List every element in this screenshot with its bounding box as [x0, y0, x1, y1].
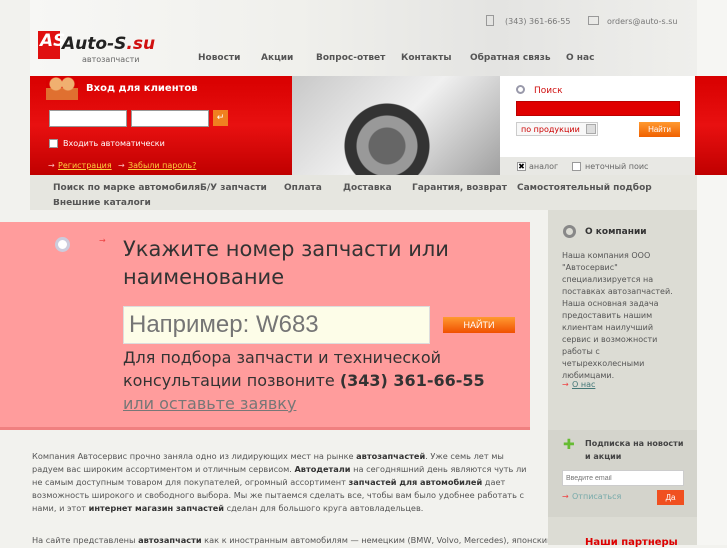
arrow-icon: → [48, 161, 55, 170]
second-paragraph: На сайте представлены автозапчасти как к… [32, 534, 553, 547]
logo-name: Auto-S [62, 34, 127, 54]
logo-mark[interactable]: AS [38, 31, 65, 59]
analog-label: аналог [529, 162, 559, 171]
forgot-password-link[interactable]: Забыли пароль? [128, 161, 196, 170]
fuzzy-label: неточный поис [585, 162, 649, 171]
keyword: запчастей для автомобилей [348, 477, 483, 487]
fuzzy-checkbox[interactable] [572, 162, 581, 171]
search-label: Поиск [534, 86, 563, 96]
keyword: интернет магазин запчастей [88, 503, 225, 513]
nav-faq[interactable]: Вопрос-ответ [316, 53, 385, 63]
keyword: Автодетали [294, 464, 351, 474]
subscribe-title: Подписка на новости и акции [585, 439, 684, 461]
magnifier-icon [55, 237, 70, 252]
search-scope-select[interactable]: по продукции [516, 122, 598, 136]
part-number-input[interactable] [123, 306, 430, 344]
nav2-by-make[interactable]: Поиск по марке автомобиля [53, 183, 200, 193]
search-scope-value: по продукции [521, 125, 580, 134]
mail-icon [588, 16, 599, 25]
partners-title: Наши партнеры [585, 537, 678, 548]
auto-login-checkbox[interactable] [49, 139, 58, 148]
promo-search-button[interactable]: НАЙТИ [443, 317, 515, 333]
nav-promos[interactable]: Акции [261, 53, 293, 63]
text: сделан для большого круга автовладельцев… [224, 503, 424, 513]
logo-tld: .su [126, 34, 156, 54]
header-email[interactable]: orders@auto-s.su [607, 17, 678, 26]
search-icon [516, 85, 525, 94]
subscribe-button[interactable]: Да [657, 490, 684, 505]
arrow-icon: → [562, 380, 569, 389]
logo-subtitle: автозапчасти [82, 55, 140, 64]
search-input[interactable] [516, 101, 680, 116]
nav2-delivery[interactable]: Доставка [343, 183, 392, 193]
nav2-external-catalogs[interactable]: Внешние каталоги [53, 199, 151, 209]
unsubscribe-link[interactable]: Отписаться [572, 492, 621, 501]
login-username-input[interactable] [49, 110, 127, 127]
subscribe-email-input[interactable] [562, 470, 684, 486]
about-link[interactable]: О нас [572, 380, 595, 389]
nav-contacts[interactable]: Контакты [401, 53, 452, 63]
keyword: автозапчастей [356, 451, 426, 461]
nav2-used-parts[interactable]: Б/У запчасти [200, 183, 267, 193]
magnifier-icon [563, 225, 576, 238]
arrow-icon: → [562, 492, 569, 501]
about-title: О компании [585, 227, 647, 237]
nav-news[interactable]: Новости [198, 53, 240, 63]
car-banner-image [292, 76, 500, 175]
keyword: автозапчасти [138, 535, 202, 545]
nav2-warranty[interactable]: Гарантия, возврат [412, 183, 507, 193]
phone-icon [486, 15, 494, 26]
nav-feedback[interactable]: Обратная связь [470, 53, 551, 63]
register-link[interactable]: Регистрация [58, 161, 112, 170]
text: как к иностранным автомобилям — немецким… [201, 535, 554, 545]
arrow-icon: → [118, 161, 125, 170]
text: Компания Автосервис прочно заняла одно и… [32, 451, 357, 461]
chevron-down-icon [586, 124, 596, 134]
promo-phone: (343) 361-66-55 [339, 371, 485, 390]
auto-login-label: Входить автоматически [63, 139, 165, 148]
nav2-self-select[interactable]: Самостоятельный подбор [517, 183, 652, 193]
users-icon [46, 76, 78, 100]
search-panel [500, 76, 695, 157]
intro-paragraph: Компания Автосервис прочно заняла одно и… [32, 450, 532, 515]
header-phone: (343) 361-66-55 [505, 17, 571, 26]
nav2-payment[interactable]: Оплата [284, 183, 322, 193]
search-button[interactable]: Найти [639, 122, 680, 137]
promo-title: Укажите номер запчасти или наименование [123, 237, 449, 289]
login-submit-button[interactable]: ↵ [213, 110, 228, 126]
login-title: Вход для клиентов [86, 83, 198, 94]
plus-icon: ✚ [563, 437, 575, 453]
nav-about[interactable]: О нас [566, 53, 594, 63]
logo[interactable]: Auto-S.su [62, 34, 155, 54]
promo-text: Для подбора запчасти и технической консу… [123, 346, 523, 392]
login-password-input[interactable] [131, 110, 209, 127]
text: На сайте представлены [32, 535, 139, 545]
about-text: Наша компания ООО "Автосервис" специализ… [562, 251, 673, 380]
request-link[interactable]: или оставьте заявку [123, 394, 296, 413]
analog-checkbox[interactable]: ✖ [517, 162, 526, 171]
arrow-icon: → [99, 236, 106, 245]
